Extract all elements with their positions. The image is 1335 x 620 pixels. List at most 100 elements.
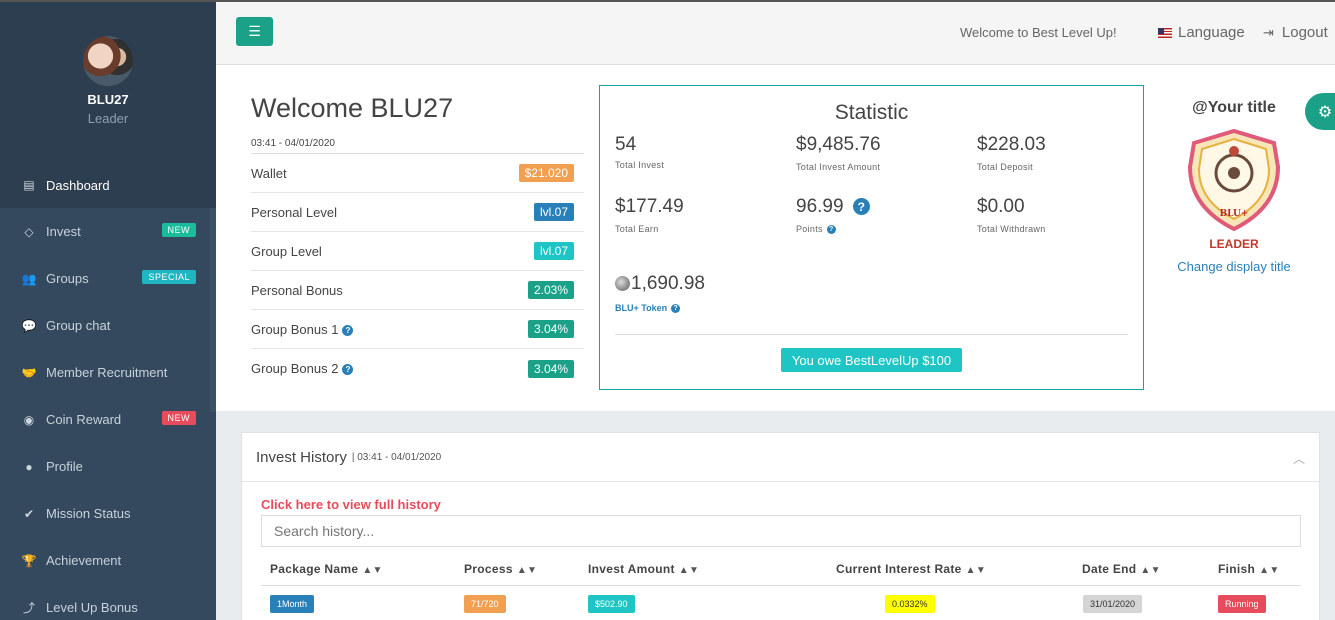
stat-label: Points <box>796 224 823 234</box>
sidebar-item-member-recruitment[interactable]: 🤝 Member Recruitment <box>0 349 216 396</box>
topbar: ☰ Welcome to Best Level Up! Language ⇥ L… <box>216 0 1335 65</box>
chevron-up-icon[interactable]: ︿ <box>1293 450 1305 467</box>
amount-badge: $502.90 <box>588 595 635 613</box>
us-flag-icon <box>1158 27 1172 38</box>
sidebar-item-profile[interactable]: ● Profile <box>0 443 216 490</box>
stat-label: Total Earn <box>615 224 659 234</box>
help-icon[interactable]: ? <box>671 304 681 314</box>
table-header: Package Name ▲▼ Process ▲▼ Invest Amount ▲▼… <box>261 556 1301 586</box>
menu-toggle-button[interactable]: ☰ <box>236 17 273 46</box>
help-icon[interactable]: ? <box>826 225 836 235</box>
avatar[interactable] <box>83 36 133 86</box>
stat-value: $228.03 <box>977 134 1046 155</box>
column-label: Invest Amount <box>588 562 675 576</box>
sidebar-item-dashboard[interactable]: ▤ Dashboard <box>0 162 216 208</box>
sidebar-item-level-up-bonus[interactable]: ⤴ Level Up Bonus <box>0 584 216 620</box>
info-label: Group Bonus 1 <box>251 321 339 337</box>
stat-value: $0.00 <box>977 196 1025 217</box>
level-up-icon: ⤴ <box>22 601 35 615</box>
language-menu[interactable]: Language <box>1158 24 1245 41</box>
sidebar: BLU27 Leader ▤ Dashboard ◇ Invest NEW 👥 … <box>0 0 216 620</box>
logout-button[interactable]: ⇥ Logout <box>1263 24 1328 41</box>
sidebar-item-label: Groups <box>46 271 89 286</box>
stat-total-earn: $177.49 Total Earn <box>615 196 684 234</box>
info-label: Wallet <box>251 165 287 181</box>
owe-button[interactable]: You owe BestLevelUp $100 <box>781 348 962 372</box>
stat-total-invest: 54 Total Invest <box>615 134 664 170</box>
column-finish[interactable]: Finish ▲▼ <box>1218 562 1280 576</box>
column-date-end[interactable]: Date End ▲▼ <box>1082 562 1161 576</box>
gears-icon: ⚙ <box>1317 103 1333 121</box>
column-label: Current Interest Rate <box>836 562 962 576</box>
sidebar-item-coin-reward[interactable]: ◉ Coin Reward NEW <box>0 396 216 443</box>
stat-value: 96.99 <box>796 196 844 217</box>
stat-token: 1,690.98 BLU+ Token? <box>615 273 705 314</box>
check-circle-icon: ✔ <box>23 506 35 521</box>
column-invest-amount[interactable]: Invest Amount ▲▼ <box>588 562 699 576</box>
dashboard-icon: ▤ <box>23 178 35 192</box>
invest-history-title: Invest History <box>256 448 347 466</box>
user-icon: ● <box>25 459 33 474</box>
help-icon[interactable]: ? <box>342 364 354 376</box>
sort-icon: ▲▼ <box>1140 565 1161 576</box>
chat-icon: 💬 <box>21 318 37 333</box>
stat-value: $9,485.76 <box>796 134 881 155</box>
stat-label: Total Withdrawn <box>977 224 1046 234</box>
sort-icon: ▲▼ <box>965 565 987 576</box>
full-history-link[interactable]: Click here to view full history <box>261 497 441 512</box>
settings-toggle-button[interactable]: ⚙ <box>1305 93 1335 130</box>
logout-label: Logout <box>1281 24 1328 41</box>
stat-value-wrap: 96.99 ? <box>796 196 870 218</box>
leader-shield-icon: BLU+ <box>1184 127 1284 233</box>
diamond-icon: ◇ <box>24 224 34 239</box>
search-history-input[interactable] <box>261 515 1301 547</box>
stat-value: 1,690.98 <box>631 273 705 294</box>
help-icon[interactable]: ? <box>342 324 354 336</box>
token-label-wrap: BLU+ Token? <box>615 303 705 314</box>
stat-label: Total Deposit <box>977 162 1033 172</box>
sort-icon: ▲▼ <box>678 565 700 576</box>
sidebar-item-group-chat[interactable]: 💬 Group chat <box>0 302 216 349</box>
sort-icon: ▲▼ <box>362 565 383 576</box>
token-coin-icon <box>615 276 630 292</box>
invest-history-header: Invest History | 03:41 - 04/01/2020 ︿ <box>242 433 1319 482</box>
process-badge: 71/720 <box>464 595 506 613</box>
sort-icon: ▲▼ <box>1259 565 1280 576</box>
sidebar-item-label: Group chat <box>46 318 111 333</box>
title-panel: @Your title BLU+ LEADER Change display t… <box>1164 99 1304 274</box>
page-title: Welcome BLU27 <box>251 93 454 123</box>
sidebar-item-label: Mission Status <box>46 506 131 521</box>
change-title-link[interactable]: Change display title <box>1164 259 1304 274</box>
coins-icon: ◉ <box>23 412 35 427</box>
personal-bonus-badge: 2.03% <box>527 281 574 299</box>
stat-total-withdrawn: $0.00 Total Withdrawn <box>977 196 1046 234</box>
sort-icon: ▲▼ <box>516 565 538 576</box>
column-current-interest-rate[interactable]: Current Interest Rate ▲▼ <box>836 562 986 576</box>
column-process[interactable]: Process ▲▼ <box>464 562 537 576</box>
info-row-group-bonus-1: Group Bonus 1? 3.04% <box>251 310 584 349</box>
sidebar-item-label: Achievement <box>46 553 122 568</box>
info-label-wrap: Group Bonus 2? <box>251 361 354 376</box>
dashboard-summary: Welcome BLU27 03:41 - 04/01/2020 Wallet … <box>216 65 1335 411</box>
new-badge: NEW <box>161 223 196 237</box>
date-end-badge: 31/01/2020 <box>1083 595 1143 613</box>
sidebar-item-groups[interactable]: 👥 Groups SPECIAL <box>0 255 216 302</box>
sidebar-item-achievement[interactable]: 🏆 Achievement <box>0 537 216 584</box>
sidebar-item-invest[interactable]: ◇ Invest NEW <box>0 208 216 255</box>
info-label: Personal Bonus <box>251 282 343 298</box>
group-bonus-1-badge: 3.04% <box>527 320 574 338</box>
sidebar-item-label: Dashboard <box>46 177 110 193</box>
sidebar-item-label: Coin Reward <box>46 412 122 427</box>
personal-level-badge: lvl.07 <box>533 203 574 221</box>
sidebar-item-mission-status[interactable]: ✔ Mission Status <box>0 490 216 537</box>
language-label: Language <box>1178 24 1245 41</box>
wallet-badge: $21.020 <box>518 164 574 182</box>
stat-value: 54 <box>615 134 637 155</box>
column-package-name[interactable]: Package Name ▲▼ <box>270 562 383 576</box>
sign-out-icon: ⇥ <box>1263 24 1274 40</box>
info-label: Group Level <box>251 243 322 259</box>
info-row-group-bonus-2: Group Bonus 2? 3.04% <box>251 349 584 388</box>
help-icon[interactable]: ? <box>852 198 870 216</box>
stat-label: Total Invest <box>615 160 665 170</box>
package-badge: 1Month <box>270 595 315 613</box>
